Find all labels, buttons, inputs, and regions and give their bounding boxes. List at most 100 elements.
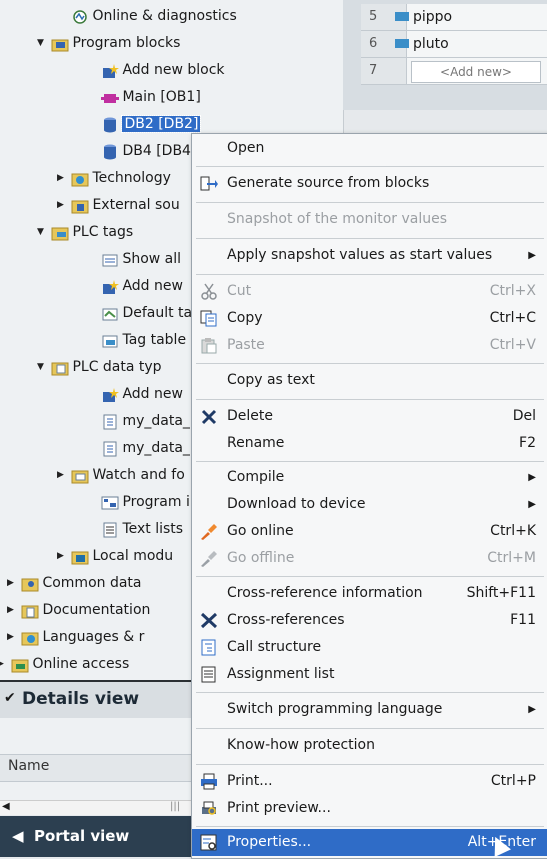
expand-arrow-icon[interactable]: ▶	[54, 543, 67, 569]
menu-item-compile[interactable]: Compile ▶	[192, 464, 547, 491]
expand-arrow-icon[interactable]: ▶	[4, 570, 17, 596]
expand-arrow-icon[interactable]: ▶	[4, 597, 17, 623]
table-row[interactable]: 6 pluto	[361, 31, 547, 58]
generate-source-icon	[200, 175, 218, 192]
table-row[interactable]: 5 pippo	[361, 4, 547, 31]
scroll-grip-icon[interactable]: |||	[170, 801, 180, 812]
properties-icon	[200, 834, 218, 851]
tag-icon	[393, 36, 411, 56]
folder-blocks-icon	[51, 35, 69, 52]
menu-item-call-structure[interactable]: Call structure	[192, 634, 547, 661]
menu-item-copy-as-text[interactable]: Copy as text	[192, 367, 547, 394]
expand-arrow-icon[interactable]: ▶	[54, 165, 67, 191]
submenu-arrow-icon: ▶	[528, 250, 536, 261]
tree-item-languages[interactable]: ▶ Languages & r	[4, 624, 144, 650]
tree-item-default-tag-table[interactable]: Default ta	[84, 300, 192, 326]
menu-item-delete[interactable]: Delete Del	[192, 403, 547, 430]
external-source-folder-icon	[71, 197, 89, 214]
row-number: 7	[361, 58, 407, 84]
submenu-arrow-icon: ▶	[528, 704, 536, 715]
tree-item-db2[interactable]: DB2 [DB2]	[84, 111, 202, 137]
menu-item-snapshot[interactable]: Snapshot of the monitor values	[192, 206, 547, 233]
menu-item-cross-references[interactable]: Cross-references F11	[192, 607, 547, 634]
copy-icon	[200, 310, 218, 327]
menu-item-copy[interactable]: Copy Ctrl+C	[192, 305, 547, 332]
menu-item-know-how-protection[interactable]: Know-how protection	[192, 732, 547, 759]
tree-item-my-data-type-1[interactable]: my_data_	[84, 408, 190, 434]
tree-item-my-data-type-2[interactable]: my_data_	[84, 435, 190, 461]
tree-item-plc-tags[interactable]: ▼ PLC tags	[34, 219, 133, 245]
menu-item-open[interactable]: Open	[192, 135, 547, 162]
menu-item-generate-source[interactable]: Generate source from blocks	[192, 170, 547, 197]
add-data-type-icon	[101, 386, 120, 402]
tree-item-show-all-tags[interactable]: Show all	[84, 246, 181, 272]
menu-item-cross-reference-info[interactable]: Cross-reference information Shift+F11	[192, 580, 547, 607]
menu-item-assignment-list[interactable]: Assignment list	[192, 661, 547, 688]
menu-item-go-offline[interactable]: Go offline Ctrl+M	[192, 545, 547, 572]
tree-item-add-new-data-type[interactable]: Add new	[84, 381, 183, 407]
expand-arrow-icon[interactable]: ▼	[34, 354, 47, 380]
data-type-icon	[101, 413, 119, 430]
tree-item-label: Online access	[32, 656, 130, 672]
text-list-icon	[101, 521, 119, 538]
context-menu: Open Generate source from blocks Snapsho…	[191, 133, 547, 859]
tree-item-program-blocks[interactable]: ▼ Program blocks	[34, 30, 180, 56]
add-new-tag-cell[interactable]: <Add new>	[411, 61, 541, 83]
tree-item-documentation[interactable]: ▶ Documentation	[4, 597, 150, 623]
tree-item-online-diagnostics[interactable]: Online & diagnostics	[54, 3, 237, 29]
scroll-left-icon[interactable]: ◀	[2, 801, 10, 812]
menu-item-switch-language[interactable]: Switch programming language ▶	[192, 696, 547, 723]
tree-item-text-lists[interactable]: Text lists	[84, 516, 183, 542]
table-row[interactable]: 7 <Add new>	[361, 58, 547, 85]
menu-item-download-to-device[interactable]: Download to device ▶	[192, 491, 547, 518]
tree-item-label: my_data_	[122, 413, 190, 429]
diagnostics-icon	[71, 8, 89, 24]
tree-item-add-new-tag-table[interactable]: Add new	[84, 273, 183, 299]
tag-icon	[393, 9, 411, 29]
tag-name[interactable]: pippo	[413, 4, 452, 30]
tree-item-local-modules[interactable]: ▶ Local modu	[54, 543, 173, 569]
expand-arrow-icon[interactable]: ▶	[54, 462, 67, 488]
tree-item-label: Tag table	[122, 332, 187, 348]
submenu-arrow-icon: ▶	[528, 472, 536, 483]
ob-block-icon	[101, 89, 120, 105]
tree-item-label: Main [OB1]	[122, 89, 201, 105]
tree-item-db4[interactable]: DB4 [DB4	[84, 138, 191, 164]
local-modules-folder-icon	[71, 548, 89, 565]
expand-arrow-icon[interactable]: ▼	[34, 30, 47, 56]
cut-icon	[200, 283, 218, 300]
show-all-tags-icon	[101, 251, 119, 267]
tree-item-external-sources[interactable]: ▶ External sou	[54, 192, 180, 218]
paste-icon	[200, 337, 218, 354]
tree-item-label: my_data_	[122, 440, 190, 456]
expand-arrow-icon[interactable]: ▼	[34, 219, 47, 245]
menu-item-print[interactable]: Print... Ctrl+P	[192, 768, 547, 795]
menu-item-cut[interactable]: Cut Ctrl+X	[192, 278, 547, 305]
menu-item-paste[interactable]: Paste Ctrl+V	[192, 332, 547, 359]
portal-view-button[interactable]: ◀ Portal view	[12, 827, 129, 845]
add-tag-table-icon	[101, 278, 120, 294]
expand-arrow-icon[interactable]: ▶	[0, 651, 7, 677]
menu-item-apply-snapshot[interactable]: Apply snapshot values as start values ▶	[192, 242, 547, 269]
menu-item-go-online[interactable]: Go online Ctrl+K	[192, 518, 547, 545]
tree-item-online-access[interactable]: ▶ Online access	[0, 651, 129, 677]
submenu-arrow-icon: ▶	[528, 499, 536, 510]
delete-icon	[200, 408, 218, 425]
languages-folder-icon	[21, 629, 39, 646]
expand-arrow-icon[interactable]: ▶	[54, 192, 67, 218]
tree-item-label: DB2 [DB2]	[121, 115, 202, 133]
menu-item-print-preview[interactable]: Print preview...	[192, 795, 547, 822]
call-structure-icon	[200, 639, 218, 656]
collapse-check-icon[interactable]: ✔	[4, 690, 16, 706]
tree-item-tag-table[interactable]: Tag table	[84, 327, 186, 353]
tree-item-technology[interactable]: ▶ Technology	[54, 165, 171, 191]
tree-item-label: PLC data typ	[72, 359, 162, 375]
tree-item-common-data[interactable]: ▶ Common data	[4, 570, 142, 596]
tree-item-main-ob1[interactable]: Main [OB1]	[84, 84, 201, 110]
tree-item-plc-data-types[interactable]: ▼ PLC data typ	[34, 354, 162, 380]
expand-arrow-icon[interactable]: ▶	[4, 624, 17, 650]
tree-item-add-new-block[interactable]: Add new block	[84, 57, 225, 83]
tree-item-watch-tables[interactable]: ▶ Watch and fo	[54, 462, 185, 488]
menu-item-rename[interactable]: Rename F2	[192, 430, 547, 457]
tag-name[interactable]: pluto	[413, 31, 449, 57]
